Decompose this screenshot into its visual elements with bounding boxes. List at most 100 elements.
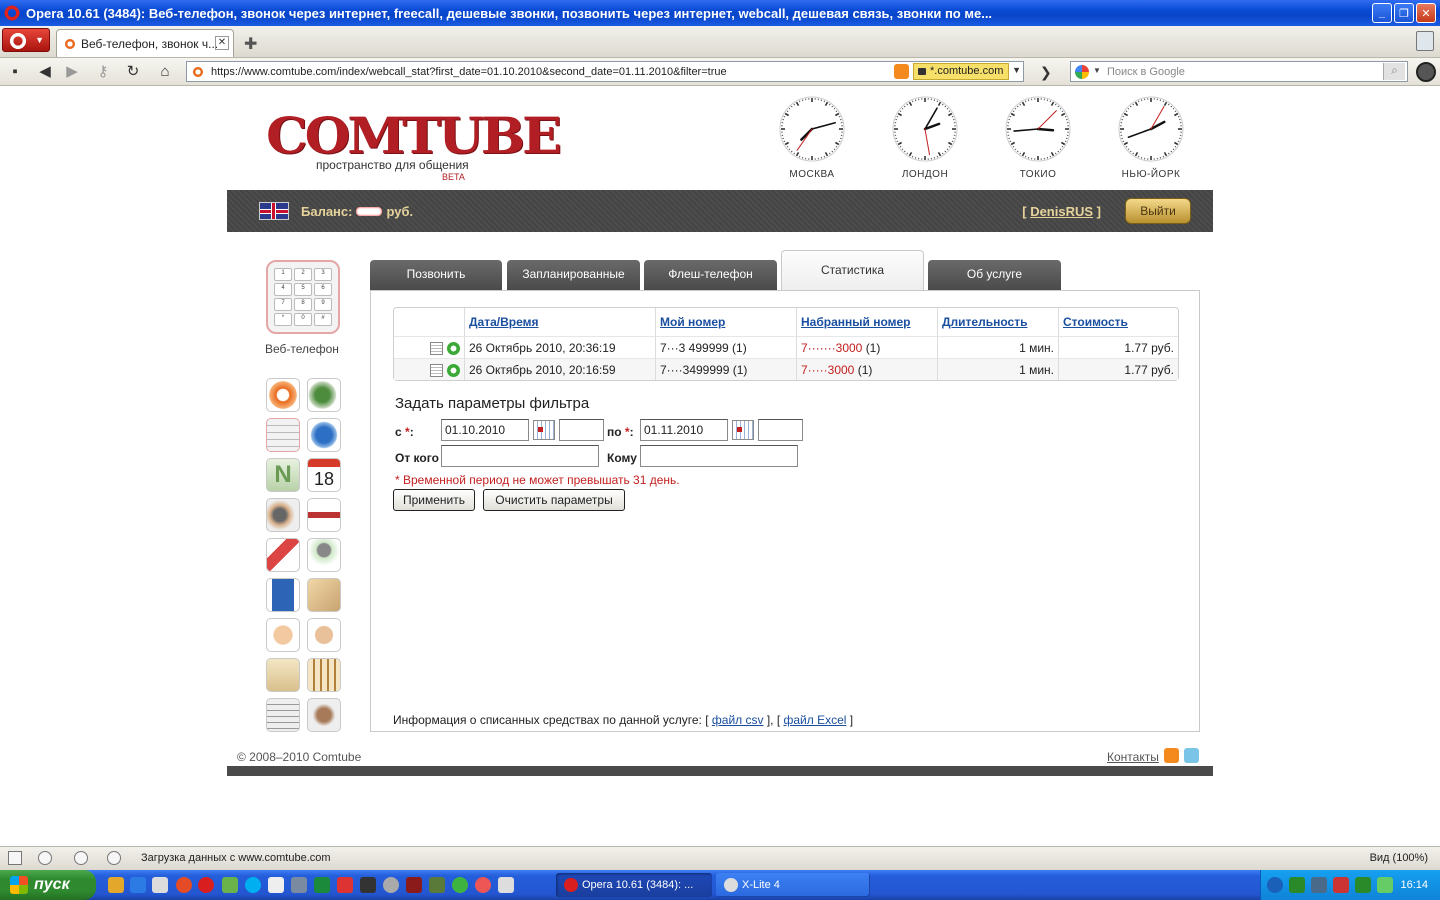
from-time-input[interactable] — [559, 419, 604, 441]
details-icon[interactable] — [430, 341, 443, 355]
chevron-down-icon[interactable]: ▼ — [1012, 65, 1021, 75]
tab-about[interactable]: Об услуге — [928, 260, 1061, 290]
key-icon[interactable]: ⚷ — [94, 63, 112, 81]
close-window-button[interactable]: ✕ — [1416, 3, 1436, 23]
receiver-input[interactable] — [640, 445, 798, 467]
excel-link[interactable]: файл Excel — [784, 713, 847, 727]
logout-button[interactable]: Выйти — [1125, 198, 1191, 224]
chrome-icon[interactable] — [176, 877, 192, 893]
sort-dialed-number-link[interactable]: Набранный номер — [801, 315, 911, 329]
sort-duration-link[interactable]: Длительность — [942, 315, 1027, 329]
skype-icon[interactable] — [245, 877, 261, 893]
to-time-input[interactable] — [758, 419, 803, 441]
turbo-icon[interactable] — [107, 851, 121, 865]
address-field[interactable]: https://www.comtube.com/index/webcall_st… — [186, 61, 1024, 82]
apply-button[interactable]: Применить — [393, 489, 475, 511]
chevron-down-icon[interactable]: ▼ — [1093, 66, 1101, 75]
abacus-icon[interactable] — [307, 658, 341, 692]
sync-icon[interactable] — [38, 851, 52, 865]
redial-icon[interactable] — [447, 341, 460, 355]
calendar-service-icon[interactable]: 18 — [307, 458, 341, 492]
wifi-icon[interactable] — [1377, 877, 1393, 893]
start-button[interactable]: пуск — [0, 870, 96, 900]
webphone-label[interactable]: Веб-телефон — [265, 342, 339, 356]
quicklaunch-icon[interactable] — [222, 877, 238, 893]
fast-forward-button[interactable]: ❯ — [1040, 64, 1052, 81]
opera-menu-button[interactable]: ▼ — [2, 28, 50, 52]
sort-datetime-link[interactable]: Дата/Время — [469, 315, 539, 329]
back-button[interactable]: ◀ — [36, 63, 54, 81]
tray-icon[interactable] — [1289, 877, 1305, 893]
comtube-logo[interactable]: COMTUBE пространство для общения BETA — [266, 111, 562, 183]
panel-toggle-icon[interactable] — [8, 851, 22, 865]
rss-icon[interactable] — [1164, 748, 1179, 763]
quicklaunch-icon[interactable] — [429, 877, 445, 893]
ie-icon[interactable] — [130, 877, 146, 893]
handshake-icon[interactable] — [307, 698, 341, 732]
home-button[interactable]: ⌂ — [156, 63, 174, 81]
quicklaunch-icon[interactable] — [337, 877, 353, 893]
webphone-service-icon[interactable] — [266, 418, 300, 452]
sort-my-number-link[interactable]: Мой номер — [660, 315, 725, 329]
sender-input[interactable] — [441, 445, 599, 467]
comtube-service-icon[interactable] — [266, 378, 300, 412]
tab-statistics[interactable]: Статистика — [781, 250, 924, 290]
mailbox-icon[interactable] — [266, 578, 300, 612]
calculator-icon[interactable] — [266, 698, 300, 732]
minimize-button[interactable]: _ — [1372, 3, 1392, 23]
user-link[interactable]: DenisRUS — [1030, 204, 1093, 219]
dialed-number[interactable]: 7·····3000 — [801, 363, 854, 377]
quicklaunch-icon[interactable] — [314, 877, 330, 893]
webcam-service-icon[interactable] — [266, 498, 300, 532]
chat-service-icon[interactable] — [307, 378, 341, 412]
clear-params-button[interactable]: Очистить параметры — [483, 489, 625, 511]
tab-call[interactable]: Позвонить — [370, 260, 502, 290]
trash-icon[interactable] — [1416, 31, 1434, 51]
quicklaunch-icon[interactable] — [383, 877, 399, 893]
security-badge[interactable]: *.comtube.com — [913, 63, 1009, 80]
tab-flash-phone[interactable]: Флеш-телефон — [644, 260, 777, 290]
save-icon[interactable]: ▪ — [6, 63, 24, 81]
microphone-icon[interactable] — [307, 538, 341, 572]
browser-tab[interactable]: Веб-телефон, звонок ч... ✕ — [56, 29, 234, 57]
quicklaunch-icon[interactable] — [406, 877, 422, 893]
clock-icon[interactable] — [1416, 62, 1436, 82]
twitter-icon[interactable] — [1184, 748, 1199, 763]
search-icon[interactable]: ⌕ — [1383, 63, 1405, 80]
search-field[interactable]: ▼ Поиск в Google ⌕ — [1070, 61, 1408, 82]
quicklaunch-icon[interactable] — [152, 877, 168, 893]
calendar-icon[interactable] — [732, 420, 754, 440]
quicklaunch-icon[interactable] — [498, 877, 514, 893]
notes-service-icon[interactable]: N — [266, 458, 300, 492]
delivery-truck-icon[interactable] — [307, 498, 341, 532]
contacts-card-icon[interactable] — [266, 658, 300, 692]
quicklaunch-icon[interactable] — [475, 877, 491, 893]
new-tab-button[interactable]: ✚ — [244, 34, 257, 54]
reload-button[interactable]: ↻ — [124, 63, 142, 81]
quicklaunch-icon[interactable] — [452, 877, 468, 893]
webphone-keypad-icon[interactable]: 1 2 3 4 5 6 7 8 9 * 0 # — [266, 260, 340, 334]
tray-expand-icon[interactable] — [1267, 877, 1283, 893]
contacts-link[interactable]: Контакты — [1107, 750, 1159, 764]
surprised-face-icon[interactable] — [266, 618, 300, 652]
tray-icon[interactable] — [1311, 877, 1327, 893]
dialed-number[interactable]: 7·······3000 — [801, 341, 862, 355]
taskbar-xlite-window[interactable]: X-Lite 4 — [716, 873, 870, 897]
forward-button[interactable]: ▶ — [63, 63, 81, 81]
quicklaunch-icon[interactable] — [360, 877, 376, 893]
close-tab-icon[interactable]: ✕ — [215, 36, 229, 50]
calendar-icon[interactable] — [533, 420, 555, 440]
quicklaunch-icon[interactable] — [291, 877, 307, 893]
csv-link[interactable]: файл csv — [712, 713, 764, 727]
quicklaunch-icon[interactable] — [268, 877, 284, 893]
globe-sms-icon[interactable] — [307, 418, 341, 452]
megaphone-icon[interactable] — [266, 538, 300, 572]
from-date-input[interactable]: 01.10.2010 — [441, 419, 529, 441]
tray-icon[interactable] — [1355, 877, 1371, 893]
redial-icon[interactable] — [447, 363, 460, 377]
rss-icon[interactable] — [894, 64, 909, 79]
zoom-control[interactable]: Вид (100%) — [1370, 852, 1428, 864]
google-icon[interactable] — [1075, 65, 1089, 79]
share-icon[interactable] — [74, 851, 88, 865]
tab-scheduled[interactable]: Запланированные — [507, 260, 640, 290]
